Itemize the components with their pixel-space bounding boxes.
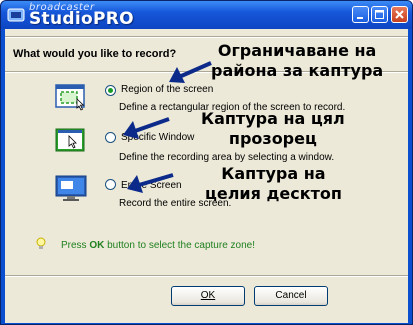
title-bar[interactable]: broadcaster StudioPRO	[1, 1, 412, 29]
annotation-region-line-1: Ограничаване на	[217, 41, 377, 60]
dialog-body: What would you like to record? Region of…	[5, 29, 408, 323]
annotation-window-line-1: Каптура на цял	[201, 109, 345, 128]
annotation-entire-line-1: Каптура на	[221, 164, 326, 183]
app-logo-icon	[7, 8, 25, 22]
radio-specific-window[interactable]	[105, 132, 116, 143]
region-capture-icon	[55, 84, 85, 111]
annotation-window: Каптура на цял прозорец	[201, 109, 345, 149]
option-desc-window: Define the recording area by selecting a…	[119, 152, 335, 163]
annotation-window-line-2: прозорец	[228, 129, 317, 148]
cancel-button[interactable]: Cancel	[254, 286, 328, 306]
annotation-entire: Каптура на целия десктоп	[205, 164, 342, 204]
brand-title: StudioPRO	[29, 9, 134, 29]
window-capture-icon	[55, 128, 85, 152]
ok-button-label: OK	[200, 290, 216, 301]
page-title: What would you like to record?	[13, 48, 177, 60]
maximize-button[interactable]	[371, 6, 388, 23]
annotation-arrow-icon	[123, 117, 170, 139]
close-icon	[395, 10, 404, 19]
cancel-button-label: Cancel	[275, 290, 307, 301]
annotation-arrow-icon	[169, 61, 212, 83]
entire-screen-icon	[55, 175, 87, 201]
radio-selected-dot	[108, 88, 113, 93]
annotation-region: Ограничаване на района за каптура	[211, 41, 383, 81]
tip-suffix: button to select the capture zone!	[104, 240, 255, 251]
annotation-entire-line-2: целия десктоп	[205, 184, 342, 203]
ok-button[interactable]: OK	[171, 286, 245, 306]
minimize-icon	[357, 17, 363, 19]
annotation-arrow-icon	[127, 173, 174, 193]
lightbulb-icon	[36, 237, 46, 249]
close-button[interactable]	[391, 6, 408, 23]
tip-key: OK	[89, 240, 105, 251]
footer-divider	[5, 275, 408, 277]
top-divider	[5, 36, 408, 38]
dialog-window: broadcaster StudioPRO What would you lik…	[0, 0, 413, 325]
tip-prefix: Press	[61, 240, 90, 251]
tip-message: Press OK button to select the capture zo…	[61, 240, 255, 251]
radio-region-of-screen[interactable]	[105, 85, 116, 96]
minimize-button[interactable]	[352, 6, 369, 23]
radio-entire-screen[interactable]	[105, 179, 116, 190]
maximize-icon	[375, 10, 384, 19]
annotation-region-line-2: района за каптура	[211, 61, 384, 80]
